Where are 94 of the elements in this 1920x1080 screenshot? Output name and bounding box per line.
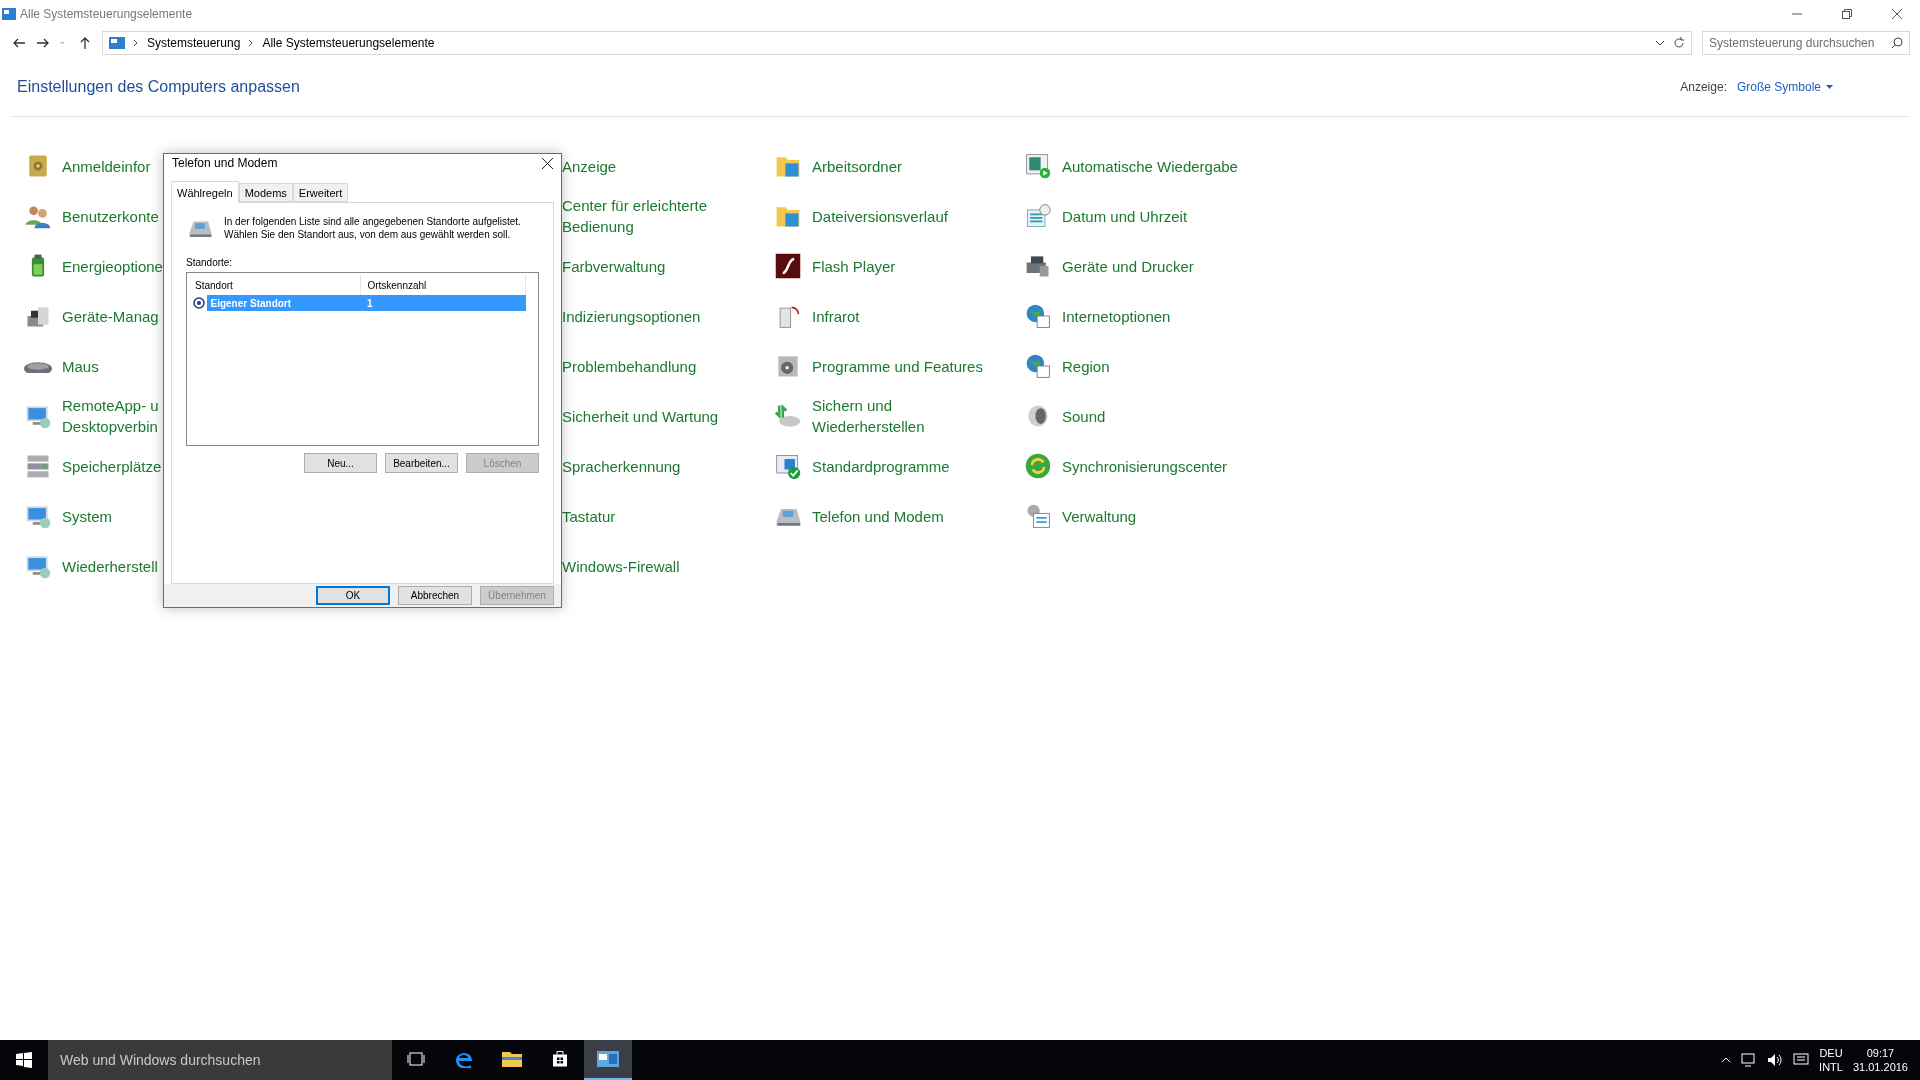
sync-icon: [1024, 452, 1052, 480]
list-label: Standorte:: [186, 257, 234, 269]
refresh-icon[interactable]: [1673, 37, 1685, 49]
control-panel-link[interactable]: Anzeige: [562, 155, 617, 177]
window-title: Alle Systemsteuerungselemente: [20, 7, 194, 21]
dialog-button[interactable]: Neu...: [304, 453, 377, 474]
window-check-icon: [774, 452, 802, 480]
dialog-button[interactable]: OK: [316, 586, 390, 606]
search-field[interactable]: Systemsteuerung durchsuchen: [1702, 31, 1910, 55]
control-panel-link[interactable]: RemoteApp- u Desktopverbin: [62, 395, 159, 437]
tab[interactable]: Modems: [238, 183, 293, 203]
control-panel-link[interactable]: Region: [1062, 355, 1110, 377]
control-panel-link[interactable]: Geräte und Drucker: [1062, 255, 1194, 277]
control-panel-link[interactable]: Dateiversionsverlauf: [812, 205, 948, 227]
control-panel-link[interactable]: Anmeldeinfor: [62, 155, 151, 177]
calendar-icon: [1024, 202, 1052, 230]
control-panel-link[interactable]: Spracherkennung: [562, 455, 681, 477]
control-panel-link[interactable]: Speicherplätze: [62, 455, 162, 477]
flash-icon: [774, 252, 802, 280]
language-indicator[interactable]: DEU INTL: [1819, 1046, 1843, 1074]
search-icon: [1891, 37, 1903, 49]
control-panel-link[interactable]: Standardprogramme: [812, 455, 950, 477]
control-panel-link[interactable]: Maus: [62, 355, 99, 377]
forward-arrow-icon[interactable]: [36, 36, 50, 50]
location-icon: [193, 297, 205, 310]
control-panel-link[interactable]: Automatische Wiedergabe: [1062, 155, 1238, 177]
restore-icon: [1842, 9, 1852, 19]
list-cell[interactable]: 1: [362, 295, 526, 312]
control-panel-link[interactable]: Geräte-Manag: [62, 305, 159, 327]
control-panel-icon: [109, 37, 125, 49]
control-panel-link[interactable]: Indizierungsoptionen: [562, 305, 701, 327]
control-panel-link[interactable]: Sicherheit und Wartung: [562, 405, 719, 427]
windows-logo-icon: [16, 1052, 32, 1068]
task-view-icon: [407, 1052, 425, 1066]
chevron-down-icon[interactable]: [1655, 39, 1665, 47]
description-text: In der folgenden Liste sind alle angegebenen Standorte aufgelistet.: [224, 215, 521, 229]
control-panel-button[interactable]: [584, 1040, 632, 1080]
control-panel-link[interactable]: Wiederherstell: [62, 555, 158, 577]
view-label: Anzeige:: [1680, 80, 1727, 94]
chevron-right-icon: [133, 39, 139, 47]
globe-icon: [1024, 302, 1052, 330]
caret-icon: [1826, 85, 1833, 89]
control-panel-icon: [2, 8, 16, 20]
close-icon: [1892, 9, 1902, 19]
control-panel-link[interactable]: System: [62, 505, 112, 527]
up-arrow-icon[interactable]: [78, 36, 92, 50]
control-panel-link[interactable]: Sichern und Wiederherstellen: [812, 395, 925, 437]
control-panel-link[interactable]: Internetoptionen: [1062, 305, 1171, 327]
globe-icon: [1024, 352, 1052, 380]
browser-icon: [456, 1050, 472, 1068]
dialog-button[interactable]: Abbrechen: [398, 586, 472, 606]
tab[interactable]: Erweitert: [292, 183, 349, 203]
control-panel-link[interactable]: Programme und Features: [812, 355, 983, 377]
speaker-icon[interactable]: [1767, 1053, 1784, 1067]
minimize-icon: [1792, 13, 1802, 15]
list-cell[interactable]: Eigener Standort: [206, 295, 363, 312]
back-arrow-icon[interactable]: [12, 36, 26, 50]
control-panel-link[interactable]: Center für erleichterte Bedienung: [562, 195, 708, 237]
locations-list[interactable]: Standort Ortskennzahl Eigener Standort 1: [186, 272, 539, 447]
mouse-icon: [24, 359, 52, 373]
clock[interactable]: 09:17 31.01.2016: [1852, 1046, 1908, 1074]
folder-icon: [502, 1051, 522, 1067]
breadcrumb[interactable]: Alle Systemsteuerungselemente: [262, 36, 435, 50]
control-panel-link[interactable]: Verwaltung: [1062, 505, 1137, 527]
view-dropdown[interactable]: Große Symbole: [1736, 80, 1833, 94]
control-panel-link[interactable]: Windows-Firewall: [562, 555, 680, 577]
control-panel-link[interactable]: Synchronisierungscenter: [1062, 455, 1228, 477]
control-panel-link[interactable]: Benutzerkonte: [62, 205, 159, 227]
control-panel-link[interactable]: Flash Player: [812, 255, 896, 277]
taskbar-search-field[interactable]: Web und Windows durchsuchen: [48, 1040, 392, 1080]
control-panel-link[interactable]: Energieoptione: [62, 255, 163, 277]
control-panel-link[interactable]: Sound: [1062, 405, 1106, 427]
chevron-up-icon[interactable]: [1721, 1057, 1732, 1063]
control-panel-link[interactable]: Problembehandlung: [562, 355, 697, 377]
network-icon[interactable]: [1741, 1053, 1758, 1067]
address-bar[interactable]: Systemsteuerung Alle Systemsteuerungselemente: [102, 31, 1692, 55]
breadcrumb[interactable]: Systemsteuerung: [147, 36, 241, 50]
control-panel-link[interactable]: Telefon und Modem: [812, 505, 944, 527]
dialog-button[interactable]: Bearbeiten...: [385, 453, 458, 474]
description-text: Wählen Sie den Standort aus, von dem aus gewählt werden soll.: [224, 228, 512, 242]
control-panel-link[interactable]: Infrarot: [812, 305, 860, 327]
shopping-bag-icon: [553, 1051, 567, 1067]
control-panel-icon: [597, 1051, 619, 1067]
notifications-icon[interactable]: [1793, 1053, 1810, 1067]
control-panel-link[interactable]: Datum und Uhrzeit: [1062, 205, 1188, 227]
close-icon[interactable]: [542, 157, 553, 169]
dialog-title: Telefon und Modem: [172, 156, 279, 171]
chevron-right-icon: [248, 39, 255, 47]
play-window-icon: [1024, 152, 1052, 180]
control-panel-link[interactable]: Tastatur: [562, 505, 616, 527]
tab[interactable]: Wählregeln: [171, 181, 239, 204]
control-panel-link[interactable]: Farbverwaltung: [562, 255, 666, 277]
control-panel-link[interactable]: Arbeitsordner: [812, 155, 903, 177]
page-heading: Einstellungen des Computers anpassen: [17, 78, 301, 96]
